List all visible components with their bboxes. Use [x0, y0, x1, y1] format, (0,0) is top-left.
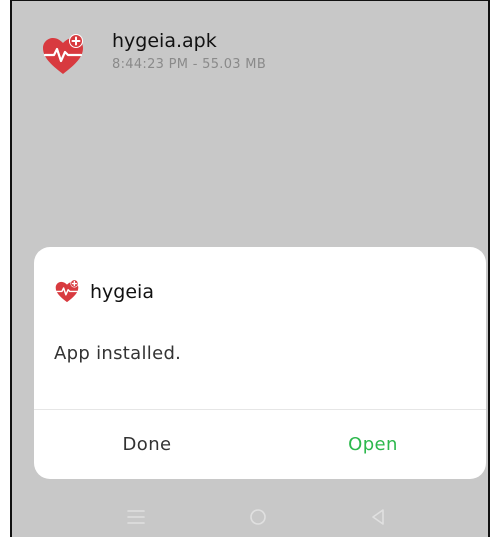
heart-pulse-icon: [55, 279, 79, 303]
download-notification[interactable]: hygeia.apk 8:44:23 PM - 55.03 MB: [40, 29, 266, 89]
dialog-app-header: hygeia: [54, 279, 154, 305]
screen-frame: hygeia.apk 8:44:23 PM - 55.03 MB hygeia …: [10, 0, 490, 537]
open-button[interactable]: Open: [260, 410, 486, 479]
done-button[interactable]: Done: [34, 410, 260, 479]
file-name: hygeia.apk: [112, 30, 217, 52]
back-icon: [372, 509, 384, 525]
back-button[interactable]: [366, 505, 390, 529]
home-button[interactable]: [246, 505, 270, 529]
file-meta: 8:44:23 PM - 55.03 MB: [112, 57, 267, 72]
menu-icon: [127, 510, 145, 524]
heart-pulse-icon: [43, 34, 83, 74]
install-status-message: App installed.: [54, 343, 182, 364]
notification-text: hygeia.apk 8:44:23 PM - 55.03 MB: [112, 29, 266, 72]
dialog-app-name: hygeia: [90, 281, 154, 303]
home-icon: [250, 509, 266, 525]
navigation-bar: [12, 493, 488, 537]
menu-button[interactable]: [124, 505, 148, 529]
install-dialog: hygeia App installed. Done Open: [34, 247, 486, 479]
